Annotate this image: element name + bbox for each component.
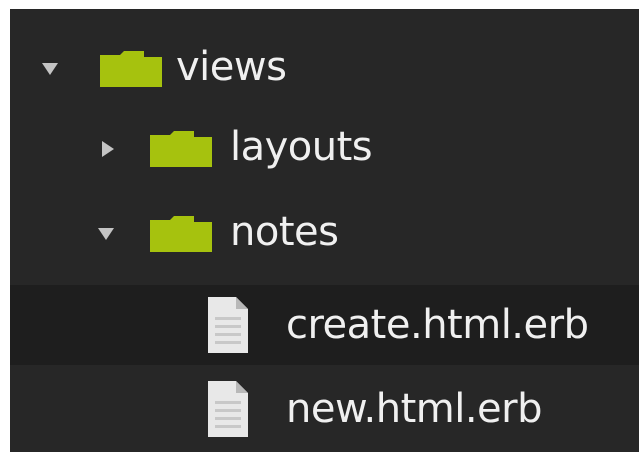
tree-item-new-html-erb[interactable]: new.html.erb	[10, 371, 639, 451]
tree-item-views[interactable]: views	[10, 29, 639, 109]
folder-icon	[150, 216, 212, 252]
tree-item-label: layouts	[230, 124, 373, 170]
expand-down-icon[interactable]	[98, 228, 114, 240]
file-tree: views layouts notes create.html.erb new.…	[10, 9, 639, 452]
file-icon	[208, 381, 248, 437]
expand-right-icon[interactable]	[102, 141, 114, 157]
tree-item-label: views	[176, 44, 287, 90]
tree-item-create-html-erb[interactable]: create.html.erb	[10, 285, 639, 365]
tree-item-notes[interactable]: notes	[10, 194, 639, 274]
folder-icon	[100, 51, 162, 87]
tree-item-label: new.html.erb	[286, 386, 543, 432]
expand-down-icon[interactable]	[42, 63, 58, 75]
folder-icon	[150, 131, 212, 167]
file-icon	[208, 297, 248, 353]
tree-item-label: notes	[230, 209, 339, 255]
tree-item-layouts[interactable]: layouts	[10, 109, 639, 189]
tree-item-label: create.html.erb	[286, 302, 589, 348]
